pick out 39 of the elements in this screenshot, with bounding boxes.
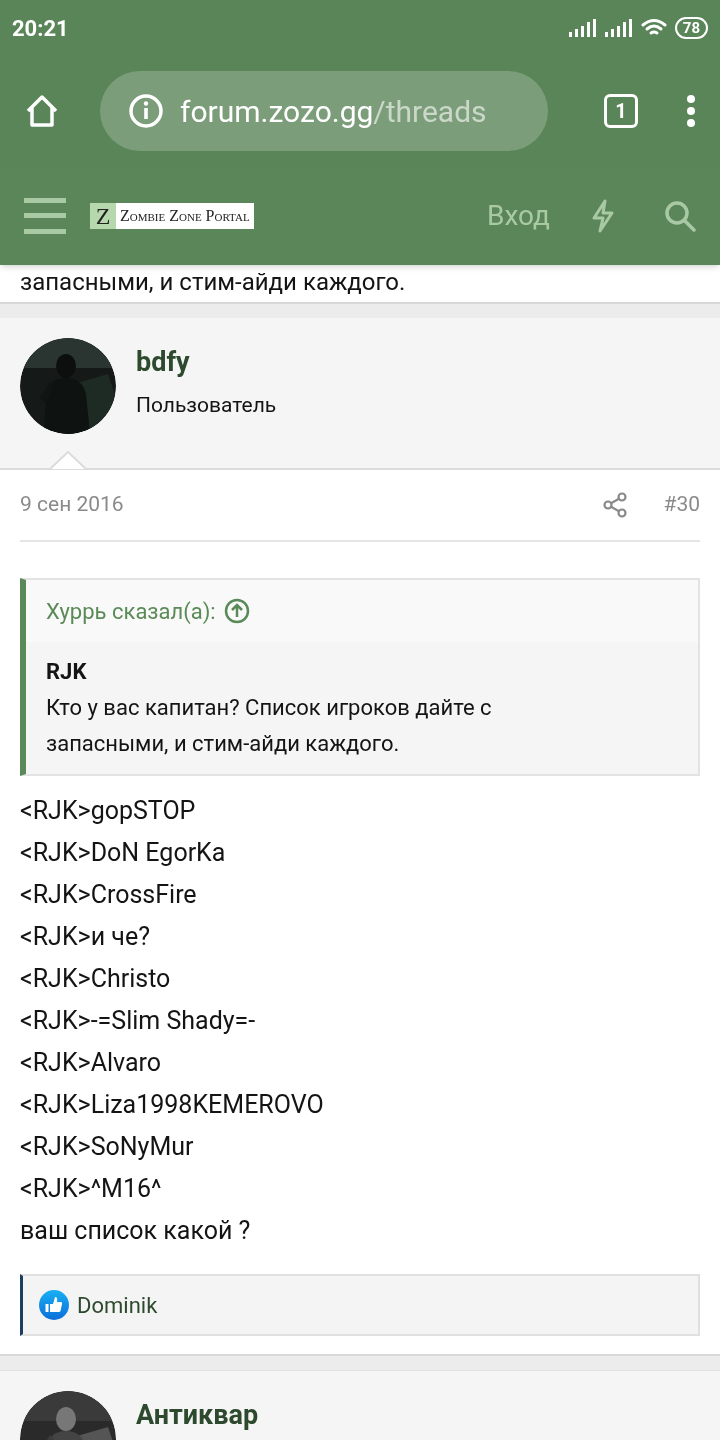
battery-indicator: 78 (674, 17, 708, 39)
post-text-line: ваш список какой ? (20, 1215, 252, 1247)
author-name[interactable]: Антиквар (136, 1399, 259, 1431)
signal-icon (604, 19, 633, 37)
login-link[interactable]: Вход (487, 194, 550, 237)
share-icon[interactable] (603, 492, 628, 518)
post-text-line: <RJK>SoNyMur (20, 1131, 195, 1163)
post-text-line: <RJK>Liza1998KEMEROVO (20, 1089, 325, 1121)
url-text: forum.zozo.gg/threads (180, 92, 487, 131)
site-logo[interactable]: Z Zombie Zone Portal (90, 202, 254, 229)
author-name[interactable]: bdfy (136, 346, 277, 378)
post-number[interactable]: #30 (663, 489, 700, 521)
lightning-icon[interactable] (590, 198, 616, 233)
home-icon[interactable] (24, 93, 60, 129)
quote-attribution[interactable]: Хуррь сказал(а): (46, 594, 216, 628)
quote-text: Кто у вас капитан? Список игроков дайте с запасными, и стим-айди каждого. (46, 694, 493, 758)
post-text-line: <RJK>и че? (20, 921, 151, 953)
reaction-user-link[interactable]: Dominik (77, 1288, 158, 1322)
post-text-line: <RJK>-=Slim Shady=- (20, 1005, 257, 1037)
status-time: 20:21 (12, 14, 69, 43)
info-icon (128, 93, 164, 129)
post-text-line: <RJK>Alvaro (20, 1047, 163, 1079)
quote-author: RJK (46, 658, 88, 686)
more-icon[interactable] (686, 94, 696, 128)
menu-icon[interactable] (24, 197, 66, 234)
search-icon[interactable] (664, 199, 696, 232)
user-role: Пользователь (136, 392, 277, 419)
arrow-up-circle-icon[interactable] (223, 598, 250, 624)
post-date[interactable]: 9 сен 2016 (20, 489, 124, 521)
post-text-line: <RJK>DoN EgorKa (20, 837, 227, 869)
post-text-line: <RJK>gopSTOP (20, 795, 197, 827)
tab-count-button[interactable]: 1 (604, 94, 638, 128)
post-text-line: <RJK>^M16^ (20, 1173, 163, 1205)
signal-icon (568, 19, 597, 37)
post-text-line: <RJK>Christo (20, 963, 172, 995)
address-bar[interactable]: forum.zozo.gg/threads (100, 71, 548, 151)
post-text-line: <RJK>CrossFire (20, 879, 198, 911)
post-text: запасными, и стим-айди каждого. (20, 267, 406, 298)
thumbs-up-icon (39, 1290, 69, 1320)
